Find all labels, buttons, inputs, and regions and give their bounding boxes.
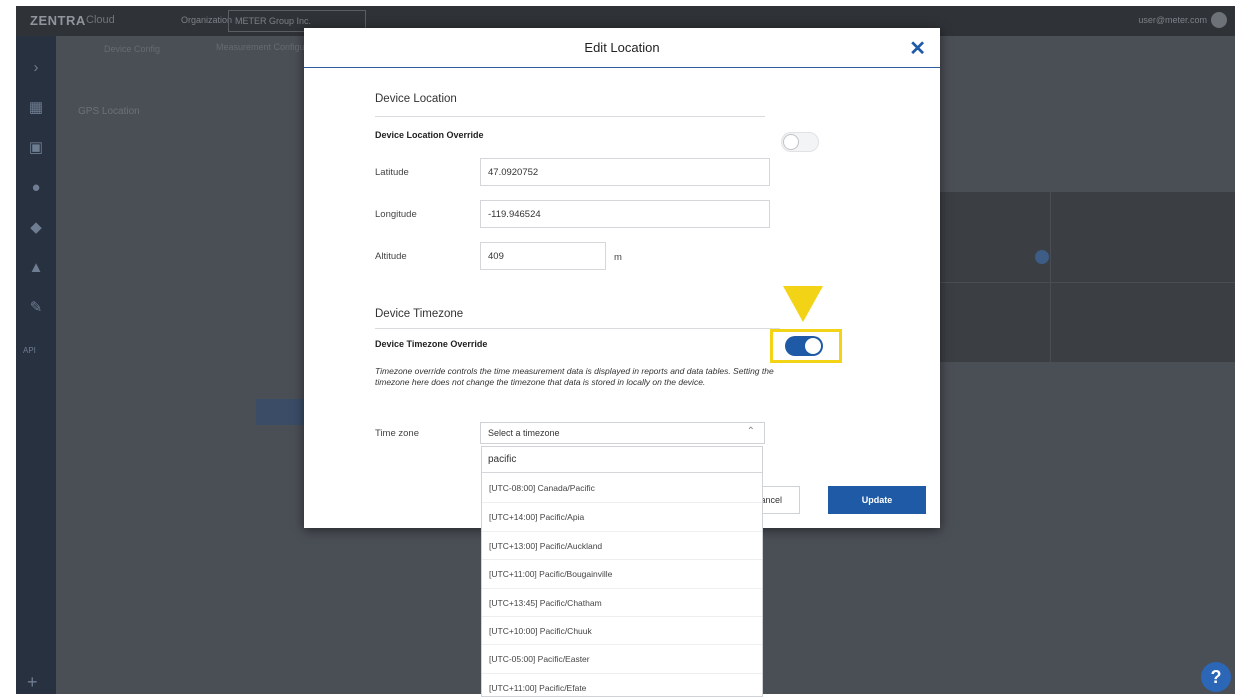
- bg-tab-measurement: Measurement Configure: [216, 42, 313, 52]
- grid-icon[interactable]: ▦: [26, 98, 46, 118]
- bg-heading: GPS Location: [78, 106, 140, 117]
- users-icon[interactable]: ●: [26, 178, 46, 198]
- altitude-input[interactable]: 409: [480, 242, 606, 270]
- wrench-icon[interactable]: ✎: [26, 298, 46, 318]
- organization-label: Organization: [181, 15, 233, 25]
- divider: [375, 328, 780, 329]
- map-road: [940, 282, 1235, 283]
- add-icon[interactable]: +: [27, 672, 38, 693]
- api-link[interactable]: API: [23, 346, 36, 355]
- timezone-option[interactable]: [UTC+13:00] Pacific/Auckland: [482, 530, 762, 559]
- timezone-option[interactable]: [UTC+11:00] Pacific/Efate: [482, 672, 762, 696]
- altitude-label: Altitude: [375, 251, 407, 262]
- device-icon[interactable]: ▣: [26, 138, 46, 158]
- longitude-label: Longitude: [375, 209, 417, 220]
- timezone-label: Time zone: [375, 428, 419, 439]
- location-override-toggle[interactable]: [781, 132, 819, 152]
- timezone-search-input[interactable]: pacific: [482, 447, 762, 473]
- expand-icon[interactable]: ›: [26, 58, 46, 78]
- latitude-input[interactable]: 47.0920752: [480, 158, 770, 186]
- close-icon[interactable]: ✕: [909, 36, 926, 61]
- bell-icon[interactable]: ▲: [26, 258, 46, 278]
- divider: [375, 116, 765, 117]
- timezone-override-toggle[interactable]: [785, 336, 823, 356]
- left-rail: › ▦ ▣ ● ◆ ▲ ✎ API +: [16, 36, 56, 694]
- modal-title: Edit Location: [584, 40, 660, 55]
- timezone-dropdown: pacific [UTC-08:00] Canada/Pacific [UTC+…: [481, 446, 763, 697]
- timezone-select[interactable]: Select a timezone ⌃: [480, 422, 765, 444]
- timezone-select-placeholder: Select a timezone: [488, 428, 560, 438]
- toggle-knob: [805, 338, 821, 354]
- toggle-knob: [783, 134, 799, 150]
- device-timezone-heading: Device Timezone: [375, 308, 464, 320]
- help-icon[interactable]: ?: [1201, 662, 1231, 692]
- timezone-option[interactable]: [UTC+14:00] Pacific/Apia: [482, 502, 762, 530]
- timezone-option[interactable]: [UTC-05:00] Pacific/Easter: [482, 644, 762, 672]
- map-road: [1050, 192, 1051, 362]
- timezone-option[interactable]: [UTC-08:00] Canada/Pacific: [482, 474, 762, 502]
- longitude-input[interactable]: -119.946524: [480, 200, 770, 228]
- user-name[interactable]: user@meter.com: [1138, 15, 1207, 25]
- location-override-label: Device Location Override: [375, 130, 484, 140]
- app-logo-sub: Cloud: [86, 14, 115, 26]
- app-logo: ZENTRA: [30, 13, 86, 28]
- update-button[interactable]: Update: [828, 486, 926, 514]
- highlight-arrow: [783, 286, 823, 322]
- device-location-heading: Device Location: [375, 93, 457, 105]
- timezone-override-label: Device Timezone Override: [375, 339, 488, 349]
- bg-tab-device-config: Device Config: [104, 44, 161, 54]
- modal-header: Edit Location ✕: [304, 28, 940, 68]
- chevron-up-icon: ⌃: [746, 426, 755, 437]
- map-pin-icon[interactable]: ◆: [26, 218, 46, 238]
- timezone-option[interactable]: [UTC+11:00] Pacific/Bougainville: [482, 559, 762, 587]
- timezone-option[interactable]: [UTC+13:45] Pacific/Chatham: [482, 587, 762, 616]
- timezone-note: Timezone override controls the time meas…: [375, 366, 774, 387]
- timezone-option[interactable]: [UTC+10:00] Pacific/Chuuk: [482, 616, 762, 644]
- altitude-unit: m: [614, 252, 622, 263]
- bg-map: [940, 192, 1235, 362]
- latitude-label: Latitude: [375, 167, 409, 178]
- user-icon[interactable]: [1211, 12, 1227, 28]
- map-pin-icon: [1035, 250, 1049, 264]
